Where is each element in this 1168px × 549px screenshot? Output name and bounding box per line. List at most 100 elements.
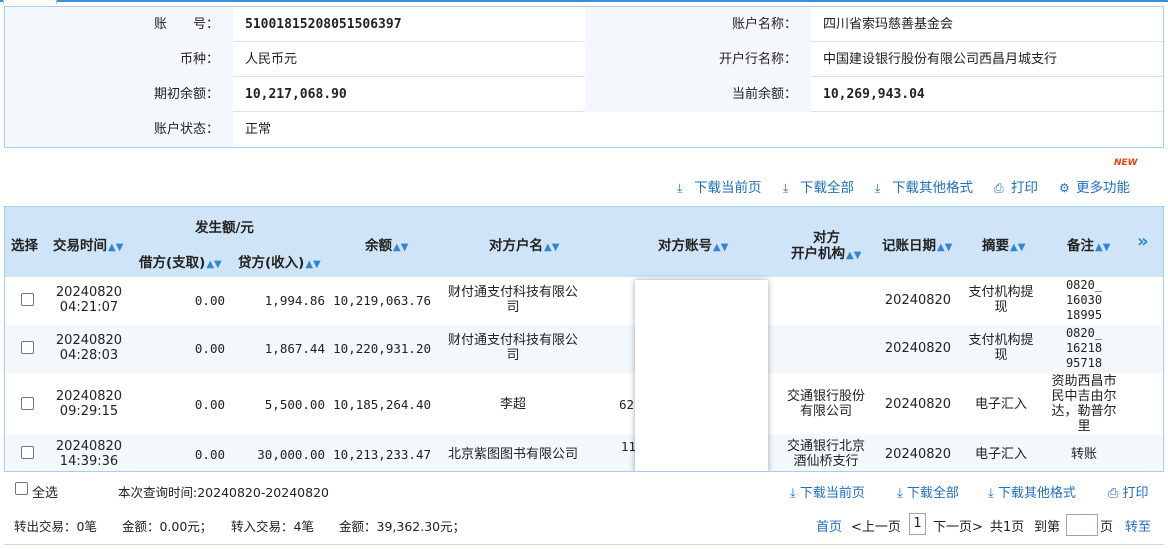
footer-download-all-button[interactable]: ⤓ 下载全部 (897, 482, 959, 501)
header-counter-account[interactable]: 对方账号▲▼ (658, 234, 728, 254)
top-tab-bar (0, 0, 1168, 4)
status-label: 账户状态： (5, 112, 233, 147)
info-row-account: 账 号： 51001815208051506397 账户名称： 四川省索玛慈善基… (5, 7, 1163, 42)
row-remark-1: 转账 (1070, 447, 1097, 462)
header-credit[interactable]: 贷方(收入)▲▼ (238, 251, 321, 271)
row-credit: 5,500.00 (264, 397, 325, 412)
header-debit[interactable]: 借方(支取)▲▼ (139, 251, 222, 271)
row-summary: 支付机构提现 (961, 285, 1041, 315)
footer-download-all-label: 下载全部 (906, 486, 959, 501)
header-counter-account-label: 对方账号 (658, 238, 712, 254)
download-all-button[interactable]: ⤓ 下载全部 (783, 176, 854, 196)
row-summary-2: 现 (994, 348, 1008, 363)
more-functions-button[interactable]: ⚙ 更多功能 (1059, 176, 1130, 196)
bank-value: 中国建设银行股份有限公司西昌月城支行 (823, 52, 1058, 67)
download-icon: ⤓ (790, 486, 800, 501)
row-checkbox[interactable] (21, 293, 34, 306)
prev-page-link[interactable]: <上一页 (851, 516, 901, 535)
header-counter-bank-label: 开户机构 (791, 246, 845, 262)
gear-icon: ⚙ (1059, 181, 1070, 195)
header-book-date[interactable]: 记账日期▲▼ (882, 234, 952, 254)
row-summary: 支付机构提现 (961, 333, 1041, 363)
row-bank-2: 有限公司 (799, 404, 852, 419)
row-summary-2: 现 (994, 300, 1008, 315)
sort-icon: ▲▼ (305, 259, 321, 270)
current-page[interactable]: 1 (909, 513, 926, 535)
active-tab-stub (3, 0, 57, 4)
more-columns-icon[interactable]: » (1137, 231, 1149, 252)
download-page-button[interactable]: ⤓ 下载当前页 (677, 176, 762, 196)
row-date: 20240820 (55, 439, 123, 454)
transactions-table: 选择 交易时间▲▼ 发生额/元 借方(支取)▲▼ 贷方(收入)▲▼ 余额▲▼ 对… (4, 206, 1164, 472)
first-page-link[interactable]: 首页 (816, 516, 842, 535)
row-book-date: 20240820 (884, 341, 952, 356)
row-counter-name-1: 财付通支付科技有限公 (447, 285, 578, 300)
row-remark: 转账 (1045, 447, 1123, 462)
sort-icon: ▲▼ (206, 259, 222, 270)
row-summary: 电子汇入 (961, 447, 1041, 462)
transaction-summary: 转出交易：0笔 金额：0.00元； 转入交易：4笔 金额：39,362.30元； (14, 519, 466, 534)
next-page-link[interactable]: 下一页> (933, 516, 983, 535)
goto-label: 到第 (1034, 520, 1061, 535)
row-counter-name: 李超 (441, 397, 585, 412)
row-counter-name-2: 司 (506, 300, 520, 315)
row-remark-4: 里 (1077, 419, 1091, 434)
download-all-label: 下载全部 (800, 180, 854, 196)
query-time: 本次查询时间:20240820-20240820 (118, 485, 329, 500)
header-counter-bank[interactable]: 开户机构▲▼ (791, 242, 861, 262)
row-bank-1: 交通银行北京 (786, 439, 865, 454)
select-all-checkbox[interactable] (15, 482, 28, 495)
download-icon: ⤓ (783, 181, 789, 195)
header-balance[interactable]: 余额▲▼ (365, 234, 408, 254)
header-counter-name-label: 对方户名 (489, 238, 543, 254)
row-debit: 0.00 (194, 447, 225, 462)
row-counter-name-1: 财付通支付科技有限公 (447, 333, 578, 348)
print-label: 打印 (1011, 180, 1038, 196)
goto-page-input[interactable] (1066, 514, 1098, 536)
row-counter-name: 北京紫图图书有限公司 (441, 447, 585, 462)
row-checkbox[interactable] (21, 397, 34, 410)
row-time: 20240820 09:29:15 (45, 389, 133, 419)
header-balance-label: 余额 (365, 238, 392, 254)
row-debit: 0.00 (194, 397, 225, 412)
row-clock: 14:39:36 (59, 454, 119, 469)
footer-print-button[interactable]: ⎙ 打印 (1108, 482, 1149, 501)
table-row: 20240820 14:39:36 0.00 30,000.00 10,213,2… (5, 435, 1163, 471)
goto-button[interactable]: 转至 (1125, 516, 1151, 535)
row-remark-2: 16030 (1065, 293, 1103, 307)
row-credit: 1,867.44 (264, 341, 325, 356)
sort-icon: ▲▼ (108, 242, 124, 253)
row-checkbox[interactable] (21, 446, 34, 459)
table-row: 20240820 09:29:15 0.00 5,500.00 10,185,26… (5, 373, 1163, 435)
row-credit: 30,000.00 (257, 447, 325, 462)
row-date: 20240820 (55, 285, 123, 300)
table-row: 20240820 04:21:07 0.00 1,994.86 10,219,06… (5, 277, 1163, 325)
download-other-format-button[interactable]: ⤓ 下载其他格式 (875, 176, 973, 196)
row-balance: 10,185,264.40 (333, 397, 431, 412)
info-row-status: 账户状态： 正常 (5, 112, 1163, 147)
header-remark[interactable]: 备注▲▼ (1067, 234, 1110, 254)
row-counter-name-1: 李超 (499, 397, 526, 412)
select-all-label[interactable]: 全选 (32, 482, 58, 501)
current-balance-value: 10,269,943.04 (823, 87, 925, 102)
print-button[interactable]: ⎙ 打印 (994, 176, 1038, 196)
printer-icon: ⎙ (1108, 486, 1123, 501)
row-remark-3: 18995 (1065, 308, 1103, 322)
header-debit-label: 借方(支取) (139, 255, 206, 271)
current-balance-label: 当前余额： (585, 77, 811, 112)
sort-icon: ▲▼ (393, 242, 409, 253)
footer-download-other-button[interactable]: ⤓ 下载其他格式 (988, 482, 1076, 501)
header-counter-name[interactable]: 对方户名▲▼ (489, 234, 559, 254)
row-remark-2: 16218 (1065, 341, 1103, 355)
header-time[interactable]: 交易时间▲▼ (53, 234, 123, 254)
account-no-label: 账 号： (5, 7, 233, 42)
footer-download-page-label: 下载当前页 (799, 486, 865, 501)
sort-icon: ▲▼ (937, 242, 953, 253)
header-amount-group: 发生额/元 (195, 220, 254, 236)
header-summary[interactable]: 摘要▲▼ (982, 234, 1025, 254)
row-checkbox[interactable] (21, 341, 34, 354)
download-icon: ⤓ (988, 486, 998, 501)
header-select: 选择 (11, 238, 38, 254)
status-value: 正常 (245, 122, 272, 137)
footer-download-page-button[interactable]: ⤓ 下载当前页 (790, 482, 865, 501)
